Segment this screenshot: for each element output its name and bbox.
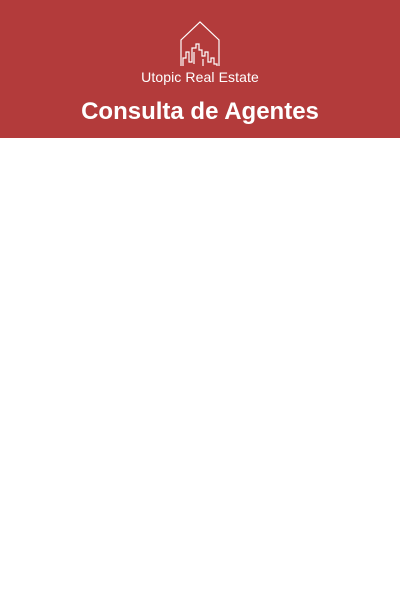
brand-name: Utopic Real Estate (141, 69, 259, 85)
brand-logo[interactable]: Utopic Real Estate (0, 18, 400, 85)
house-city-skyline-icon (180, 21, 220, 66)
app-header: Utopic Real Estate Consulta de Agentes (0, 0, 400, 138)
main-content (0, 138, 400, 600)
page-title: Consulta de Agentes (81, 98, 319, 125)
